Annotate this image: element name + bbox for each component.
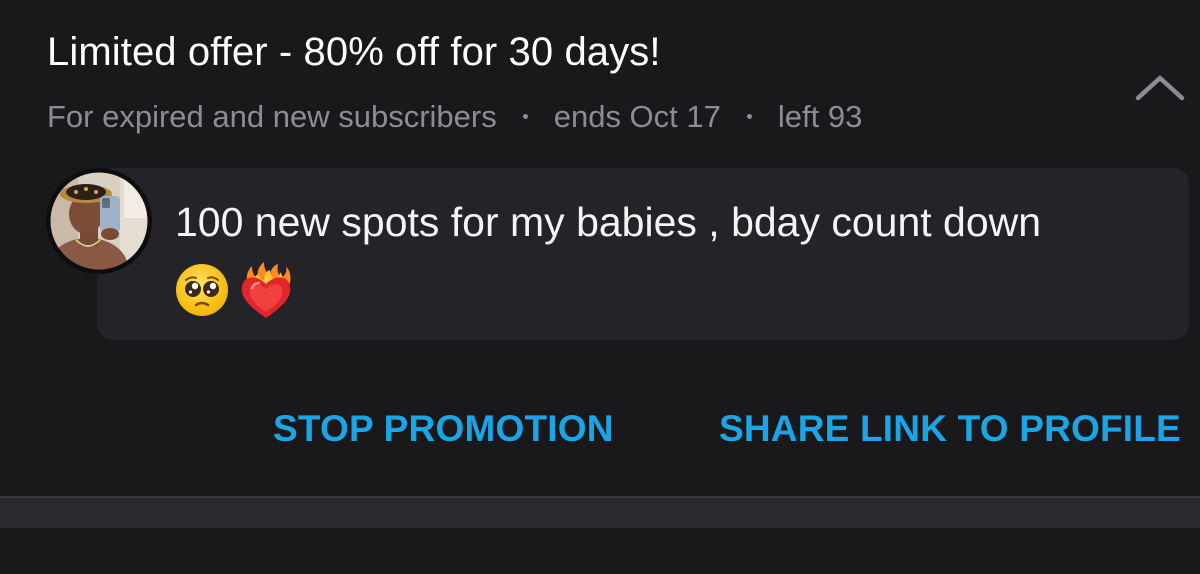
- promo-title: Limited offer - 80% off for 30 days!: [47, 30, 661, 74]
- separator-dot: [522, 113, 528, 119]
- promo-end-date: ends Oct 17: [553, 99, 721, 134]
- pleading-face-emoji: [176, 264, 228, 316]
- promotion-card: Limited offer - 80% off for 30 days! For…: [0, 0, 1200, 496]
- message-text: 100 new spots for my babies , bday count…: [175, 199, 1042, 245]
- message-emojis: [174, 262, 294, 320]
- promo-audience: For expired and new subscribers: [47, 99, 497, 134]
- promo-meta: For expired and new subscribers ends Oct…: [47, 99, 862, 135]
- chevron-up-icon: [1135, 75, 1185, 101]
- promo-remaining: left 93: [777, 99, 863, 134]
- separator-dot: [746, 113, 752, 119]
- avatar[interactable]: [46, 168, 152, 274]
- promotion-actions: STOP PROMOTION SHARE LINK TO PROFILE: [0, 408, 1200, 454]
- heart-on-fire-emoji: [241, 262, 291, 318]
- collapse-button[interactable]: [1130, 68, 1190, 108]
- section-divider: [0, 496, 1200, 528]
- stop-promotion-button[interactable]: STOP PROMOTION: [273, 408, 614, 450]
- next-section: [0, 528, 1200, 574]
- share-link-button[interactable]: SHARE LINK TO PROFILE: [719, 408, 1181, 450]
